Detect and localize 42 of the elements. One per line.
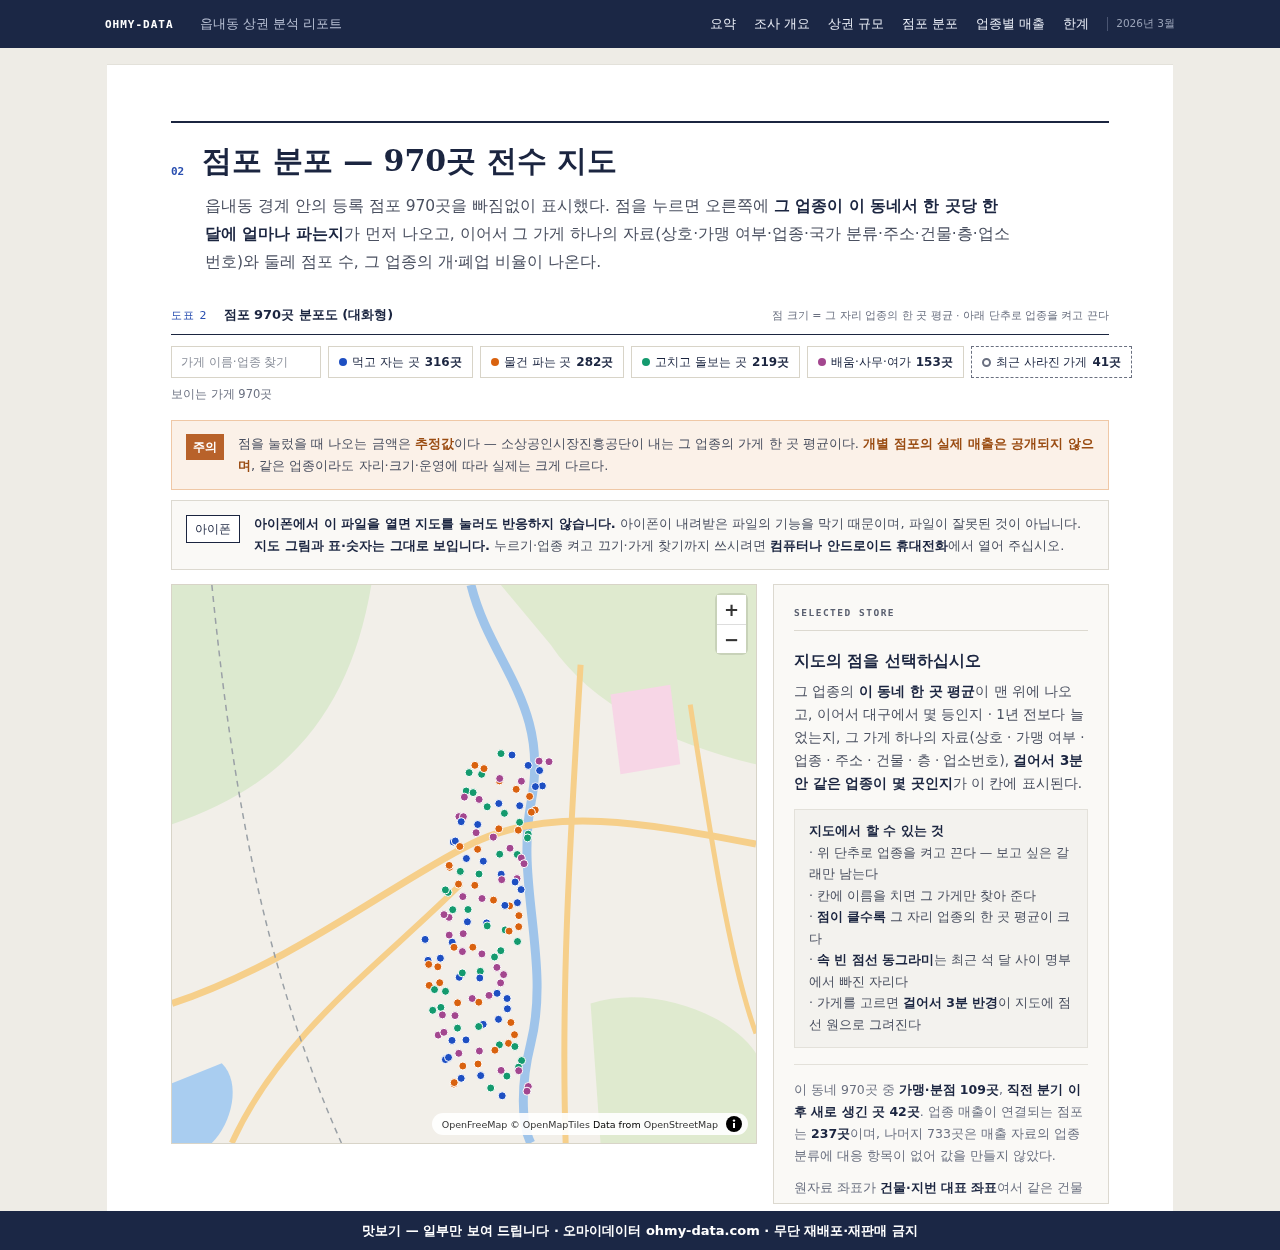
filter-button[interactable]: 먹고 자는 곳 316곳: [328, 346, 473, 378]
figure-note: 점 크기 = 그 자리 업종의 한 곳 평균 · 아래 단추로 업종을 켜고 끈다: [772, 308, 1109, 323]
attribution-text[interactable]: OpenFreeMap © OpenMapTiles Data from OpenStreetMap: [441, 1118, 718, 1130]
tips-title: 지도에서 할 수 있는 것: [809, 822, 946, 840]
zoom-out-button[interactable]: −: [717, 624, 746, 653]
figure-label: 도표 2: [171, 308, 208, 323]
caution-tag: 주의: [186, 434, 224, 460]
search-field[interactable]: 가게 이름·업종 찾기: [171, 346, 321, 378]
tip-text: · 속 빈 점선 동그라미는 최근 석 달 사이 명부에서 빠진 자리다: [809, 951, 1072, 991]
hollow-circle-icon: [981, 357, 991, 367]
panel-description: 그 업종의 이 동네 한 곳 평균이 맨 위에 나오고, 이어서 대구에서 몇 등인지 · 1년 전보다 늘었는지, 그 가게 하나의 자료(상호 · 가맹 여부 · 업종 · 주소 · 건물 · 층 · 업소번호), 걸어서 3분 안 같은 업종이 몇 곳인지가 이 칸에 표시된다.: [794, 682, 1086, 793]
report-date: 2026년 3월: [1107, 17, 1175, 31]
device-tag: 아이폰: [186, 515, 240, 543]
filter-button[interactable]: 배움·사무·여가 153곳: [807, 346, 964, 378]
panel-title: 지도의 점을 선택하십시오: [794, 651, 982, 672]
tip-text: · 점이 클수록 그 자리 업종의 한 곳 평균이 크다: [809, 908, 1072, 948]
visible-count: 보이는 가게 970곳: [171, 387, 274, 402]
tip-text: · 위 단추로 업종을 켜고 끈다 — 보고 싶은 갈래만 남는다: [809, 843, 1071, 883]
nav-link[interactable]: 요약: [709, 15, 736, 33]
info-icon[interactable]: [726, 1116, 742, 1132]
tip-text: · 칸에 이름을 치면 그 가게만 찾아 준다: [809, 886, 1037, 905]
nav-link[interactable]: 한계: [1063, 15, 1090, 33]
nav-link[interactable]: 점포 분포: [901, 15, 959, 33]
filter-button[interactable]: 물건 파는 곳 282곳: [479, 346, 625, 378]
nav-link[interactable]: 업종별 매출: [976, 15, 1046, 33]
section-number: 02: [171, 165, 185, 180]
report-title: 읍내동 상권 분석 리포트: [199, 15, 342, 33]
brand-logo[interactable]: OHMY-DATA: [105, 17, 174, 31]
panel-note: 이 동네 970곳 중 가맹·분점 109곳, 직전 분기 이후 새로 생긴 곳 42곳. 업종 매출이 연결되는 점포는 237곳이며, 나머지 733곳은 매출 자료의 업종 분류에 대응 항목이 없어 값을 만들지 않았다.: [794, 1064, 1088, 1167]
section-title: 점포 분포 — 970곳 전수 지도: [202, 142, 618, 180]
nav-link[interactable]: 조사 개요: [753, 15, 810, 33]
figure-title: 점포 970곳 분포도 (대화형): [223, 306, 394, 324]
panel-note: 원자료 좌표가 건물·지번 대표 좌표여서 같은 건물: [794, 1179, 1085, 1197]
footer-banner: 맛보기 — 일부만 보여 드립니다 · 오마이데이터 ohmy-data.com · 무단 재배포·재판매 금지: [0, 1211, 1280, 1250]
notice-text: 점을 눌렀을 때 나오는 금액은 추정값이다 — 소상공인시장진흥공단이 내는 그 업종의 가게 한 곳 평균이다. 개별 점포의 실제 매출은 공개되지 않으며, 같은 업종이라도 자리·크기·운영에 따라 실제는 크게 다르다.: [238, 435, 1094, 475]
intro-paragraph: 읍내동 경계 안의 등록 점포 970곳을 빠짐없이 표시했다. 점을 누르면 오른쪽에 그 업종이 이 동네서 한 곳당 한 달에 얼마나 파는지가 먼저 나오고, 이어서 그 가게 하나의 자료(상호·가맹 여부·업종·국가 분류·주소·건물·층·업소번호)와 둘레 점포 수, 그 업종의 개·폐업 비율이 나온다.: [205, 196, 1011, 273]
filter-button[interactable]: 최근 사라진 가게 41곳: [970, 346, 1133, 378]
panel-eyebrow: SELECTED STORE: [794, 607, 1088, 631]
nav-link[interactable]: 상권 규모: [827, 15, 884, 33]
tip-text: · 가게를 고르면 걸어서 3분 반경이 지도에 점선 원으로 그려진다: [809, 994, 1073, 1034]
filter-button[interactable]: 고치고 돌보는 곳 219곳: [631, 346, 801, 378]
notice-text: 아이폰에서 이 파일을 열면 지도를 눌러도 반응하지 않습니다. 아이폰이 내려받은 파일의 기능을 막기 때문이며, 파일이 잘못된 것이 아닙니다. 지도 그림과 표·숫자는 그대로 보입니다. 누르기·업종 켜고 끄기·가게 찾기까지 쓰시려면 컴퓨터나 안드로이드 휴대전화에서 열어 주십시오.: [254, 515, 1083, 555]
